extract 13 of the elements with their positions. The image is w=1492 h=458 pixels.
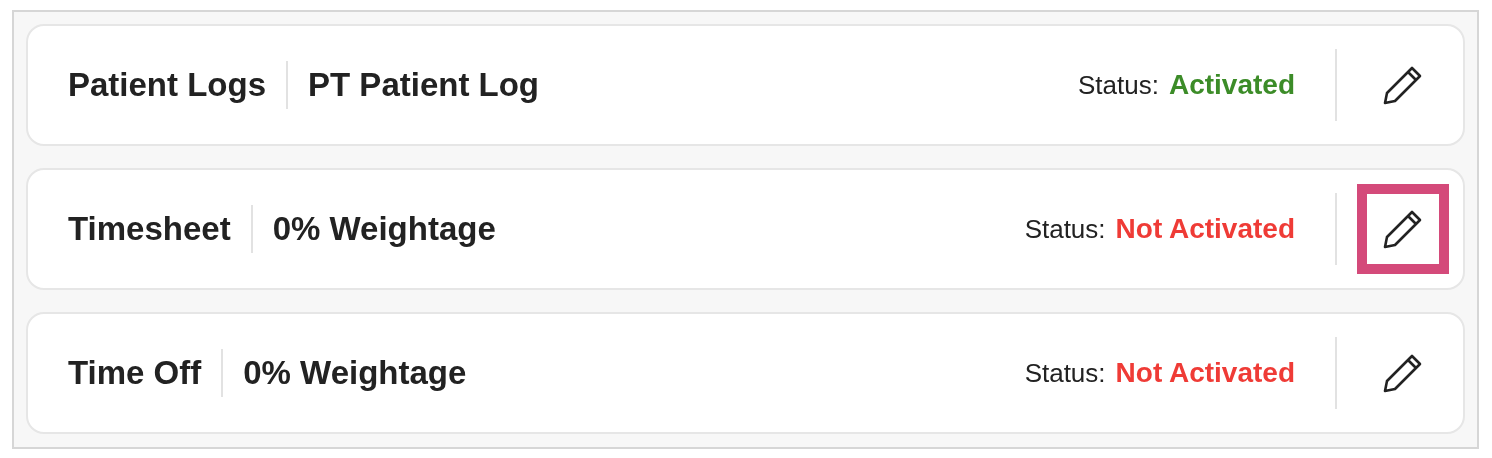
status-label: Status: xyxy=(1078,68,1159,102)
status-value: Not Activated xyxy=(1115,212,1295,246)
log-name: Patient Logs xyxy=(68,65,267,106)
edit-button[interactable] xyxy=(1357,184,1449,274)
status-value: Not Activated xyxy=(1115,356,1295,390)
status-label: Status: xyxy=(1024,212,1106,246)
log-detail: 0% Weightage xyxy=(272,209,496,250)
log-detail: PT Patient Log xyxy=(308,65,540,106)
log-name: Time Off xyxy=(68,353,202,394)
status-label: Status: xyxy=(1024,356,1106,390)
log-name: Timesheet xyxy=(68,209,231,250)
status-value: Activated xyxy=(1168,68,1295,102)
log-detail: 0% Weightage xyxy=(243,353,467,394)
